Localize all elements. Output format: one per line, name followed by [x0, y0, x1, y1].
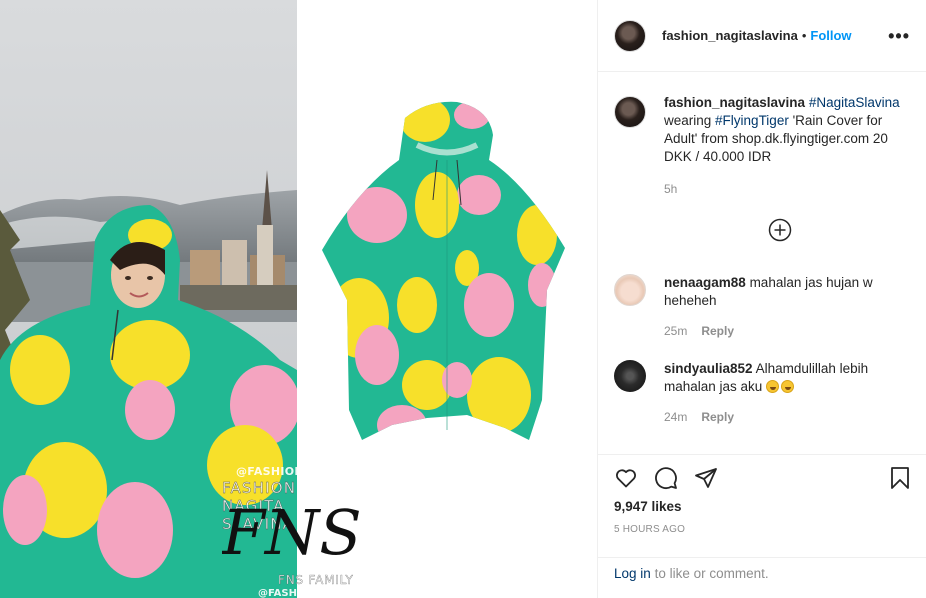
login-prompt: Log in to like or comment.	[598, 557, 926, 598]
hashtag-flyingtiger[interactable]: #FlyingTiger	[715, 113, 789, 128]
comment-body: nenaagam88 mahalan jas hujan w heheheh 2…	[664, 274, 904, 340]
comment-meta: 25m Reply	[664, 322, 904, 340]
caption-body: fashion_nagitaslavina #NagitaSlavina wea…	[664, 94, 904, 198]
bookmark-save-icon[interactable]	[888, 466, 912, 490]
commenter-username[interactable]: nenaagam88	[664, 275, 746, 290]
laughing-emoji-icon	[766, 380, 780, 393]
reply-button[interactable]: Reply	[701, 408, 734, 426]
post-actions: 9,947 likes 5 HOURS AGO	[598, 454, 926, 535]
author-username[interactable]: fashion_nagitaslavina	[662, 28, 798, 43]
caption-time[interactable]: 5h	[664, 180, 904, 198]
comment-time[interactable]: 24m	[664, 408, 687, 426]
author-avatar[interactable]	[614, 19, 646, 52]
comment-body: sindyaulia852 Alhamdulillah lebih mahala…	[664, 360, 904, 426]
caption: fashion_nagitaslavina #NagitaSlavina wea…	[614, 72, 910, 198]
comment-item: sindyaulia852 Alhamdulillah lebih mahala…	[614, 360, 910, 426]
comments-section[interactable]: fashion_nagitaslavina #NagitaSlavina wea…	[598, 72, 926, 454]
commenter-avatar[interactable]	[614, 274, 646, 306]
share-send-icon[interactable]	[694, 466, 718, 490]
follow-button[interactable]: Follow	[810, 28, 851, 43]
caption-avatar[interactable]	[614, 96, 646, 128]
comment-time[interactable]: 25m	[664, 322, 687, 340]
reply-button[interactable]: Reply	[701, 322, 734, 340]
login-prompt-text: to like or comment.	[654, 566, 769, 581]
laughing-emoji-icon	[781, 380, 795, 393]
post-media[interactable]: @FASHION_NAGITASLAVINA FASHION NAGITA SL…	[0, 0, 597, 598]
post-timestamp[interactable]: 5 HOURS AGO	[614, 524, 910, 535]
post-details-panel: fashion_nagitaslavina • Follow ••• fashi…	[597, 0, 926, 598]
more-options-icon[interactable]: •••	[888, 27, 910, 45]
watermark-monogram: FNS	[222, 496, 362, 569]
caption-username[interactable]: fashion_nagitaslavina	[664, 95, 805, 110]
comment-meta: 24m Reply	[664, 408, 904, 426]
watermark-monogram-text: FNS	[222, 496, 362, 569]
like-heart-icon[interactable]	[614, 466, 638, 490]
action-icons	[614, 455, 910, 495]
comment-bubble-icon[interactable]	[654, 466, 678, 490]
hashtag-nagitaslavina[interactable]: #NagitaSlavina	[809, 95, 900, 110]
header-separator: •	[801, 28, 807, 43]
post-header: fashion_nagitaslavina • Follow •••	[598, 0, 926, 72]
caption-text-1: wearing	[664, 113, 712, 128]
commenter-avatar[interactable]	[614, 360, 646, 392]
load-more-comments-icon[interactable]	[768, 218, 792, 242]
comment-item: nenaagam88 mahalan jas hujan w heheheh 2…	[614, 274, 910, 340]
login-link[interactable]: Log in	[614, 566, 651, 581]
commenter-username[interactable]: sindyaulia852	[664, 361, 753, 376]
likes-count[interactable]: 9,947 likes	[614, 499, 910, 514]
